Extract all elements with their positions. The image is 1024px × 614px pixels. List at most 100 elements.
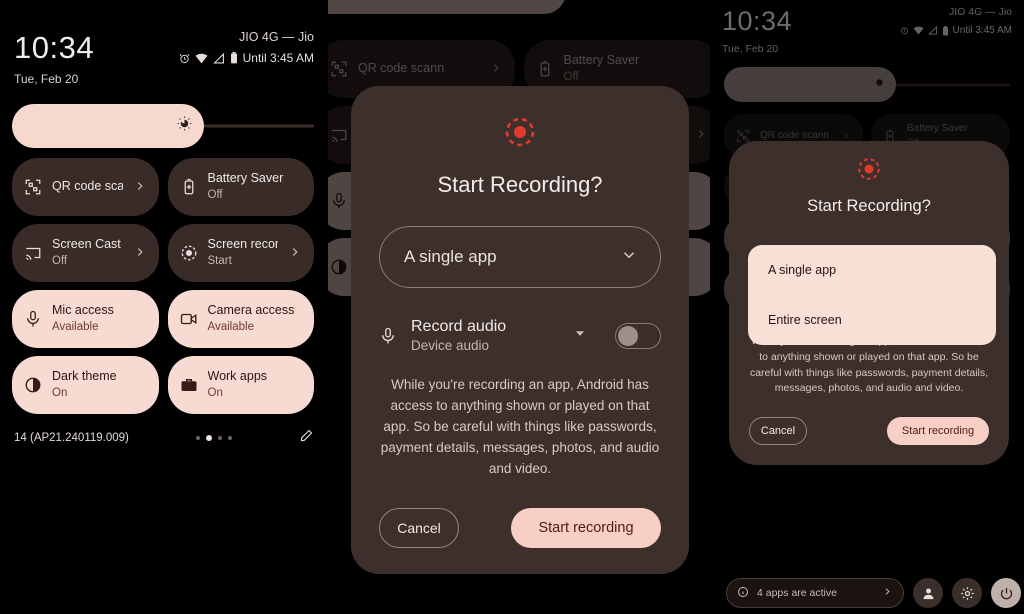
dropdown-option-single-app[interactable]: A single app xyxy=(748,245,996,295)
page-indicator[interactable] xyxy=(195,435,232,441)
qs-tile-text: QR code scann xyxy=(52,179,123,195)
brightness-fill xyxy=(328,0,566,14)
avatar-icon[interactable] xyxy=(913,578,943,608)
battery-icon xyxy=(230,52,238,64)
quick-settings-grid: QR code scannBattery SaverOffScreen Cast… xyxy=(12,158,314,414)
chevron-right-icon[interactable] xyxy=(288,245,302,262)
clock: 10:34 xyxy=(14,30,95,65)
dropdown-option-entire-screen[interactable]: Entire screen xyxy=(748,295,996,345)
battery-until-label: Until 3:45 AM xyxy=(242,51,314,65)
qs-tile-title: Mic access xyxy=(52,303,114,318)
qs-tile-mic-access[interactable]: Mic access Available xyxy=(12,290,159,348)
dialog-actions: Cancel Start recording xyxy=(749,417,989,445)
brightness-slider[interactable] xyxy=(724,67,1010,102)
panel-dropdown-open-right: 10:34 Tue, Feb 20 JIO 4G — Jio Until 3:4… xyxy=(710,0,1024,614)
qs-tile-battery-saver[interactable]: Battery Saver Off xyxy=(167,158,314,216)
page-dot[interactable] xyxy=(217,436,222,440)
cancel-button[interactable]: Cancel xyxy=(749,417,807,445)
record-audio-title: Record audio xyxy=(411,318,507,335)
qr-code-icon xyxy=(24,178,42,196)
dialog-actions: Cancel Start recording xyxy=(379,507,661,548)
status-header: 10:34 Tue, Feb 20 JIO 4G — Jio Until 3:4… xyxy=(722,6,1012,55)
chevron-right-icon[interactable] xyxy=(489,61,503,78)
microphone-icon xyxy=(379,325,397,347)
brightness-slider[interactable] xyxy=(12,104,314,148)
recording-scope-dropdown[interactable]: A single app Entire screen xyxy=(748,245,996,345)
microphone-icon xyxy=(24,310,42,328)
start-recording-dialog: Start Recording? A single app Record aud… xyxy=(351,86,689,574)
qr-code-icon xyxy=(736,129,750,143)
battery-until-label: Until 3:45 AM xyxy=(952,25,1012,36)
record-audio-row[interactable]: Record audio Device audio xyxy=(379,318,661,353)
qs-tile-dark-theme[interactable]: Dark theme On xyxy=(12,356,159,414)
qs-tile-camera-access[interactable]: Camera access Available xyxy=(167,290,314,348)
status-icons: Until 3:45 AM xyxy=(179,51,314,65)
recording-scope-value: A single app xyxy=(404,247,497,266)
qs-tile-subtitle: Off xyxy=(52,254,68,267)
qs-tile-screen-record[interactable]: Screen record Start xyxy=(167,224,314,282)
page-dot[interactable] xyxy=(195,436,200,440)
qs-tile-text: Dark theme On xyxy=(52,369,147,401)
qs-footer: 14 (AP21.240119.009) xyxy=(14,428,314,448)
qs-tile-qr-code-scann[interactable]: QR code scann xyxy=(12,158,159,216)
qs-tile-work-apps[interactable]: Work apps On xyxy=(167,356,314,414)
qs-tile-title: Battery Saver xyxy=(207,171,284,186)
cast-icon xyxy=(330,126,348,144)
screen-record-icon xyxy=(857,157,881,181)
caret-down-icon[interactable] xyxy=(573,326,587,345)
info-icon xyxy=(737,586,749,601)
qs-tile-title: Dark theme xyxy=(52,369,117,384)
carrier-label: JIO 4G — Jio xyxy=(948,6,1012,18)
date-label: Tue, Feb 20 xyxy=(722,43,779,55)
dark-theme-icon xyxy=(330,258,348,276)
brightness-fill xyxy=(724,67,896,102)
briefcase-icon xyxy=(180,376,198,394)
qs-tile-subtitle: Available xyxy=(207,320,254,333)
brightness-fill xyxy=(12,104,204,148)
battery-saver-icon xyxy=(536,60,554,78)
chevron-right-icon[interactable] xyxy=(694,127,708,144)
qs-tile-text: Battery Saver Off xyxy=(208,171,303,203)
qs-tile-subtitle: On xyxy=(207,386,223,399)
page-dot-active[interactable] xyxy=(205,435,212,441)
start-recording-button[interactable]: Start recording xyxy=(887,417,989,445)
bottom-bar: 4 apps are active xyxy=(726,578,1021,608)
qs-tile-title: Battery Saver xyxy=(907,123,968,135)
record-audio-toggle[interactable] xyxy=(615,322,661,349)
brightness-icon xyxy=(177,116,192,136)
qs-tile-subtitle: Off xyxy=(563,70,579,83)
start-recording-button[interactable]: Start recording xyxy=(511,507,661,548)
qs-tile-text: QR code scann xyxy=(358,61,479,77)
qs-tile-title: Screen Cast xyxy=(52,237,121,252)
screen-record-icon xyxy=(180,244,198,262)
wifi-icon xyxy=(195,53,208,64)
page-dot[interactable] xyxy=(227,436,232,440)
status-icons: Until 3:45 AM xyxy=(900,25,1012,36)
battery-icon xyxy=(942,25,949,36)
gear-icon[interactable] xyxy=(952,578,982,608)
qr-code-icon xyxy=(330,60,348,78)
power-icon[interactable] xyxy=(991,578,1021,608)
qs-tile-subtitle: Start xyxy=(207,254,232,267)
brightness-icon xyxy=(539,0,554,2)
wifi-icon xyxy=(913,26,924,35)
recording-scope-select[interactable]: A single app xyxy=(379,226,661,288)
brightness-slider-partial[interactable] xyxy=(328,0,656,14)
battery-saver-icon xyxy=(180,178,198,196)
camera-icon xyxy=(180,310,198,328)
chevron-right-icon[interactable] xyxy=(133,245,147,262)
alarm-icon xyxy=(900,26,909,35)
qs-tile-title: Work apps xyxy=(207,369,268,384)
cancel-button[interactable]: Cancel xyxy=(379,507,459,548)
qs-tile-text: Screen record Start xyxy=(208,237,279,269)
pencil-icon[interactable] xyxy=(299,428,314,448)
chevron-right-icon[interactable] xyxy=(133,179,147,196)
signal-icon xyxy=(212,52,225,64)
qs-tile-text: Camera access Available xyxy=(208,303,303,335)
panel-recording-dialog-center: QR code scannBattery SaverOffScreen Cast… xyxy=(328,0,710,614)
panel-quick-settings-left: 10:34 Tue, Feb 20 JIO 4G — Jio Until 3:4… xyxy=(0,0,328,614)
qs-tile-screen-cast[interactable]: Screen Cast Off xyxy=(12,224,159,282)
active-apps-button[interactable]: 4 apps are active xyxy=(726,578,904,608)
alarm-icon xyxy=(179,53,190,64)
build-number-label: 14 (AP21.240119.009) xyxy=(14,432,129,444)
